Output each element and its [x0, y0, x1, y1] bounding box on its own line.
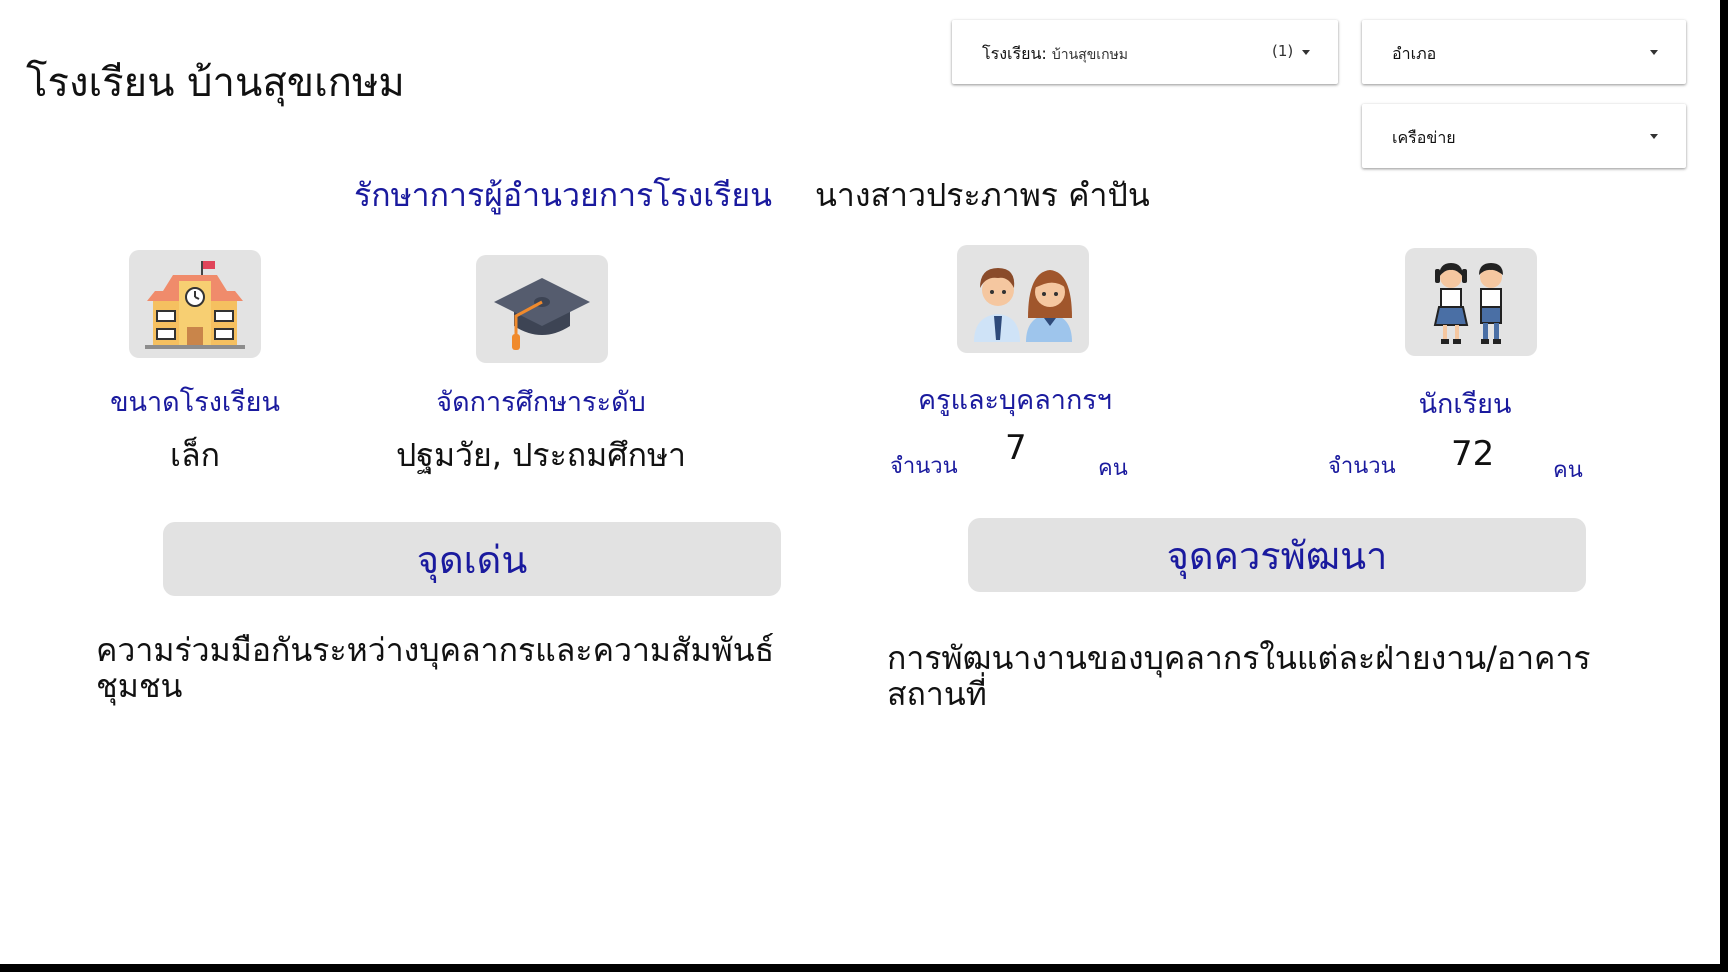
staff-label: ครูและบุคลากรฯ [918, 385, 1112, 416]
school-building-icon [129, 250, 261, 358]
staff-count: 7 [1005, 428, 1027, 468]
dashboard-page: โรงเรียน บ้านสุขเกษม โรงเรียน: บ้านสุขเก… [0, 0, 1720, 964]
strengths-header: จุดเด่น [163, 522, 781, 596]
school-size-label: ขนาดโรงเรียน [110, 387, 280, 418]
school-filter-count: (1) [1272, 42, 1294, 60]
director-name: นางสาวประภาพร คำปัน [815, 176, 1150, 214]
staff-amount-label: จำนวน [890, 454, 958, 479]
district-filter-dropdown[interactable]: อำเภอ [1362, 20, 1686, 84]
education-level-value: ปฐมวัย, ประถมศึกษา [395, 436, 687, 474]
students-icon [1405, 248, 1537, 356]
network-filter-dropdown[interactable]: เครือข่าย [1362, 104, 1686, 168]
network-filter-label: เครือข่าย [1392, 128, 1456, 147]
page-title: โรงเรียน บ้านสุขเกษม [26, 60, 405, 106]
improvements-header: จุดควรพัฒนา [968, 518, 1586, 592]
school-filter-label: โรงเรียน: บ้านสุขเกษม [982, 44, 1129, 63]
graduation-cap-icon [476, 255, 608, 363]
staff-unit: คน [1098, 456, 1128, 481]
chevron-down-icon[interactable] [1650, 134, 1658, 139]
director-label: รักษาการผู้อำนวยการโรงเรียน [354, 176, 772, 214]
school-filter-dropdown[interactable]: โรงเรียน: บ้านสุขเกษม (1) [952, 20, 1338, 84]
students-amount-label: จำนวน [1328, 454, 1396, 479]
education-level-label: จัดการศึกษาระดับ [436, 387, 646, 418]
school-filter-value: บ้านสุขเกษม [1051, 47, 1129, 63]
students-label: นักเรียน [1418, 389, 1512, 420]
chevron-down-icon[interactable] [1650, 50, 1658, 55]
school-size-value: เล็ก [170, 436, 220, 474]
teachers-icon [957, 245, 1089, 353]
improvements-text: การพัฒนางานของบุคลากรในแต่ละฝ่ายงาน/อาคา… [887, 639, 1591, 713]
strengths-text: ความร่วมมือกันระหว่างบุคลากรและความสัมพั… [96, 631, 775, 705]
chevron-down-icon[interactable] [1302, 50, 1310, 55]
students-count: 72 [1451, 434, 1495, 474]
district-filter-label: อำเภอ [1392, 44, 1437, 63]
students-unit: คน [1553, 458, 1583, 483]
